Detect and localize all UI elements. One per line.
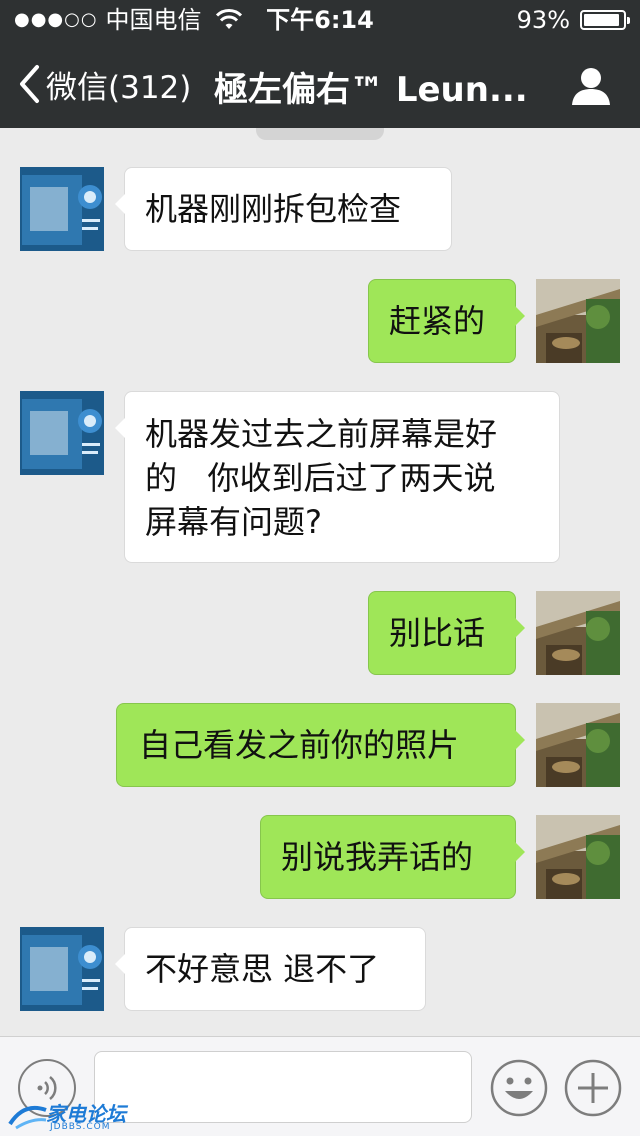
plus-circle-icon[interactable] <box>564 1059 622 1117</box>
message-text: 屏幕有问题? <box>145 503 322 541</box>
message-text: 机器发过去之前屏幕是好 <box>145 415 498 453</box>
message-bubble-incoming[interactable]: 不好意思 退不了 <box>115 927 426 1011</box>
status-bar: ●●●○○ 中国电信 下午6:14 93% <box>0 0 640 40</box>
message-bubble-outgoing[interactable]: 自己看发之前你的照片 <box>116 703 525 787</box>
my-avatar[interactable] <box>536 591 620 675</box>
message-input[interactable] <box>94 1051 472 1123</box>
battery-fill <box>584 14 620 26</box>
watermark-domain: JDBBS.COM <box>50 1122 111 1132</box>
pull-tab <box>256 128 384 140</box>
my-avatar-image <box>536 591 620 675</box>
message-text: 的 你收到后过了两天说 <box>145 459 496 497</box>
message-text: 自己看发之前你的照片 <box>139 726 460 764</box>
message-bubble-incoming[interactable]: 机器刚刚拆包检查 <box>115 167 452 251</box>
message-list: 机器刚刚拆包检查 赶紧的 机器发过去之前屏幕是好 的 你收到后过了两天说 屏幕有… <box>0 140 640 1036</box>
my-avatar-image <box>536 279 620 363</box>
status-right: 93% <box>516 0 630 40</box>
message-text: 机器刚刚拆包检查 <box>145 190 402 228</box>
header: ●●●○○ 中国电信 下午6:14 93% 微信(312) 極左偏右™ Leun… <box>0 0 640 128</box>
message-text: 别说我弄话的 <box>281 838 474 876</box>
message-text: 不好意思 退不了 <box>145 950 380 988</box>
contact-avatar[interactable] <box>20 391 104 475</box>
person-icon[interactable] <box>570 66 612 106</box>
my-avatar[interactable] <box>536 279 620 363</box>
contact-avatar-image <box>20 391 104 475</box>
contact-avatar[interactable] <box>20 167 104 251</box>
nav-bar: 微信(312) 極左偏右™ Leun... <box>0 40 640 128</box>
back-label: 微信(312) <box>46 69 192 106</box>
site-watermark: 家电论坛 JDBBS.COM <box>6 1096 130 1134</box>
my-avatar[interactable] <box>536 815 620 899</box>
smiley-icon[interactable] <box>490 1059 548 1117</box>
message-text: 别比话 <box>389 614 486 652</box>
my-avatar-image <box>536 703 620 787</box>
message-text: 赶紧的 <box>389 302 486 340</box>
my-avatar[interactable] <box>536 703 620 787</box>
battery-icon <box>580 10 630 30</box>
battery-percent: 93% <box>516 6 570 34</box>
contact-avatar-image <box>20 167 104 251</box>
contact-avatar-image <box>20 927 104 1011</box>
chat-title: 極左偏右™ Leun... <box>214 70 528 106</box>
message-bubble-incoming[interactable]: 机器发过去之前屏幕是好 的 你收到后过了两天说 屏幕有问题? <box>115 391 560 563</box>
my-avatar-image <box>536 815 620 899</box>
message-bubble-outgoing[interactable]: 别比话 <box>368 591 525 675</box>
contact-avatar[interactable] <box>20 927 104 1011</box>
back-button[interactable]: 微信(312) <box>18 62 191 106</box>
message-bubble-outgoing[interactable]: 赶紧的 <box>368 279 525 363</box>
chevron-left-icon <box>20 65 39 103</box>
message-bubble-outgoing[interactable]: 别说我弄话的 <box>260 815 525 899</box>
